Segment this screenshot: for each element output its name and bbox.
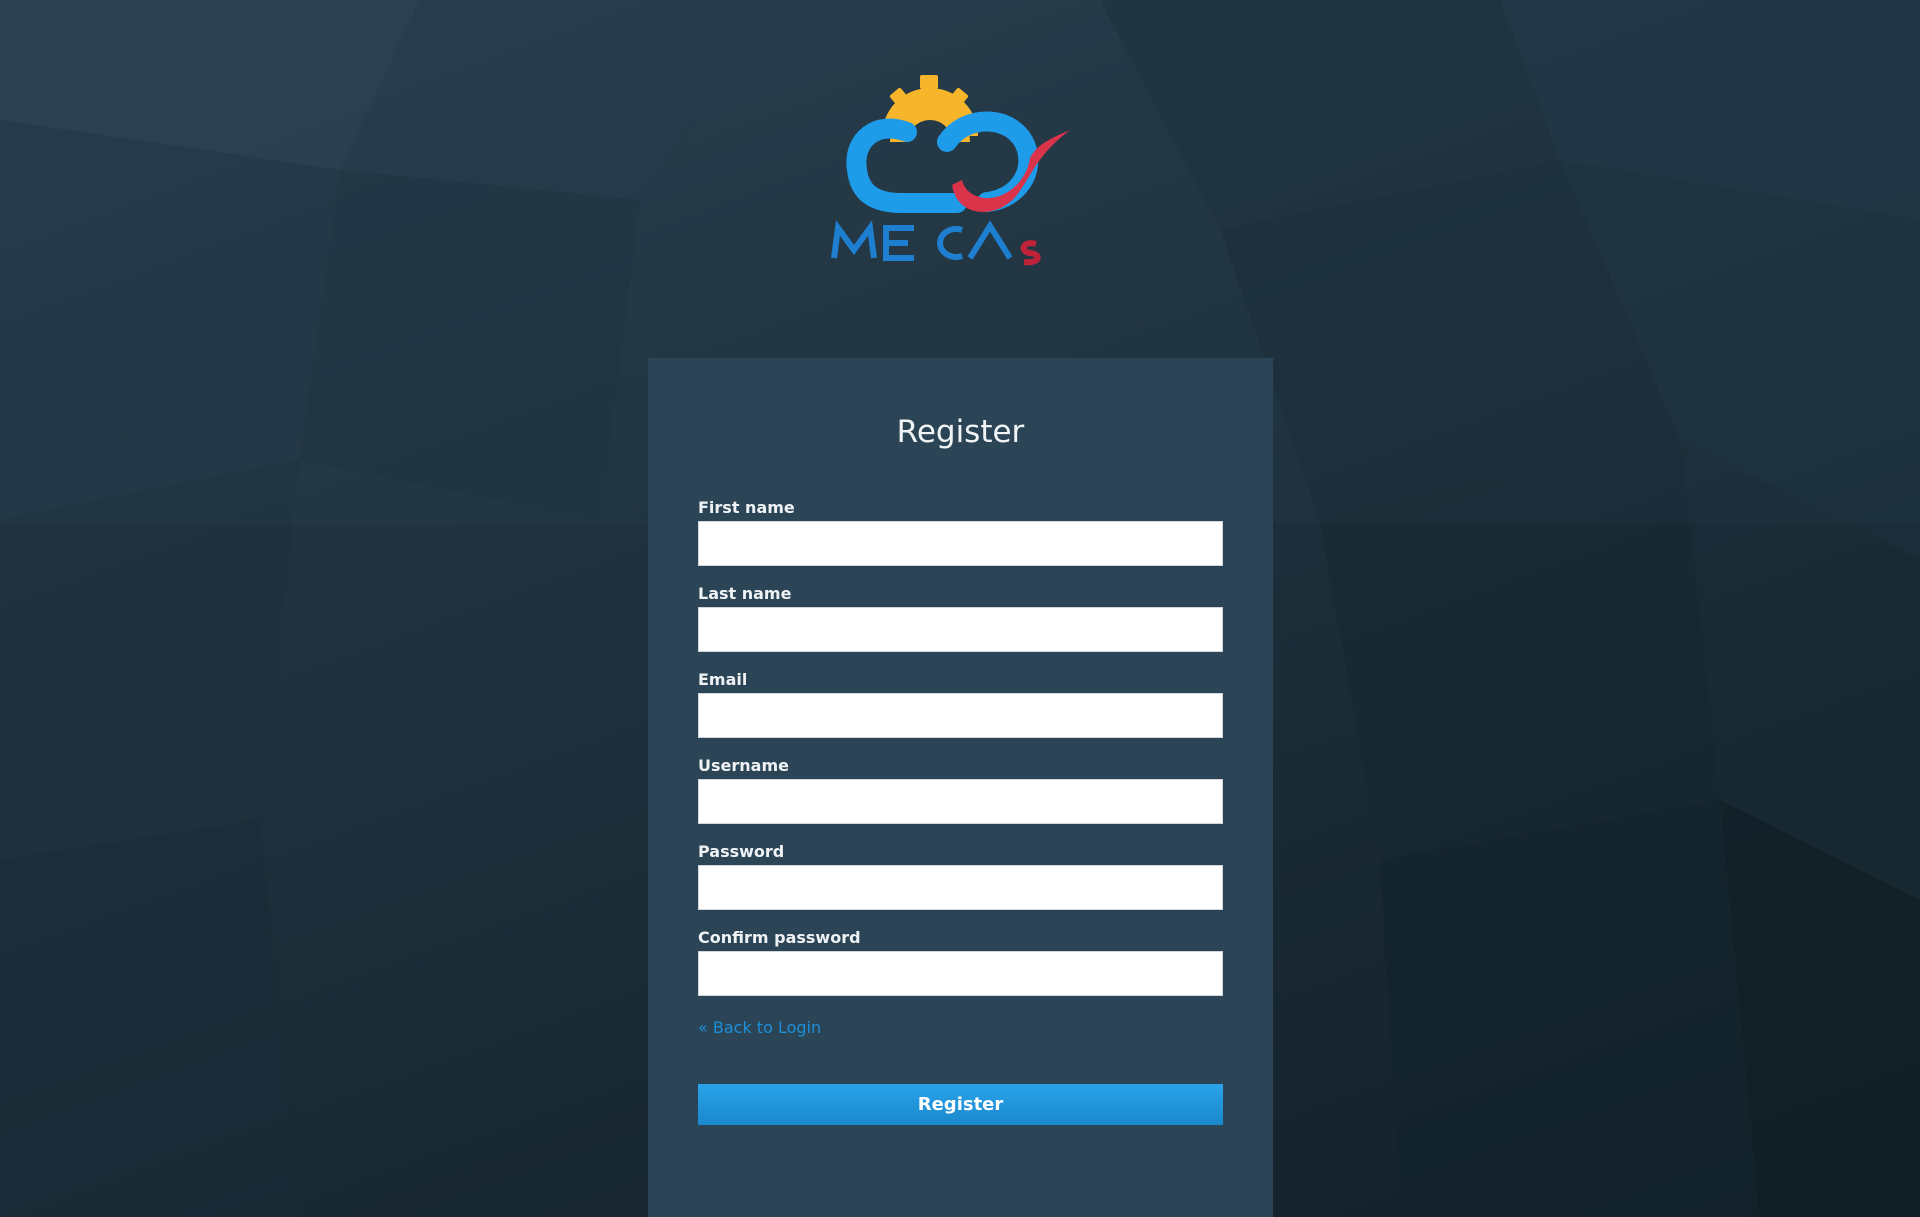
register-button[interactable]: Register bbox=[698, 1084, 1223, 1125]
first-name-input[interactable] bbox=[698, 521, 1223, 566]
register-form: First name Last name Email Username Pass… bbox=[698, 498, 1223, 1125]
password-field: Password bbox=[698, 842, 1223, 910]
username-label: Username bbox=[698, 756, 789, 775]
register-card: Register First name Last name Email User… bbox=[648, 358, 1273, 1217]
last-name-label: Last name bbox=[698, 584, 792, 603]
first-name-field: First name bbox=[698, 498, 1223, 566]
email-field: Email bbox=[698, 670, 1223, 738]
flame-icon bbox=[952, 130, 1070, 212]
first-name-label: First name bbox=[698, 498, 795, 517]
confirm-password-label: Confirm password bbox=[698, 928, 861, 947]
password-label: Password bbox=[698, 842, 785, 861]
email-label: Email bbox=[698, 670, 748, 689]
page-title: Register bbox=[896, 414, 1025, 450]
last-name-field: Last name bbox=[698, 584, 1223, 652]
username-input[interactable] bbox=[698, 779, 1223, 824]
email-input[interactable] bbox=[698, 693, 1223, 738]
logo-wordmark bbox=[831, 220, 1013, 261]
username-field: Username bbox=[698, 756, 1223, 824]
password-input[interactable] bbox=[698, 865, 1223, 910]
confirm-password-field: Confirm password bbox=[698, 928, 1223, 996]
last-name-input[interactable] bbox=[698, 607, 1223, 652]
mecas-logo bbox=[822, 70, 1082, 270]
confirm-password-input[interactable] bbox=[698, 951, 1223, 996]
back-to-login-link[interactable]: « Back to Login bbox=[698, 1018, 821, 1037]
